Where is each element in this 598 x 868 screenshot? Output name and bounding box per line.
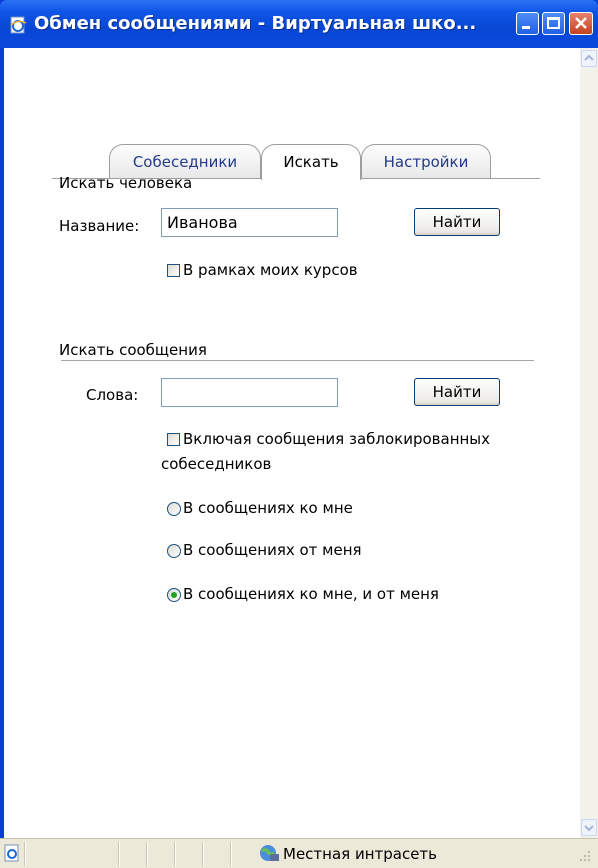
include-blocked-label-line2: собеседников xyxy=(161,455,272,473)
name-input[interactable] xyxy=(161,208,338,237)
include-blocked-checkbox[interactable] xyxy=(167,433,180,446)
scroll-down-button[interactable] xyxy=(581,819,597,836)
intranet-zone-icon xyxy=(260,845,279,861)
minimize-button[interactable] xyxy=(516,12,539,35)
chevron-up-icon xyxy=(584,54,594,61)
maximize-icon xyxy=(547,17,560,29)
name-label: Название: xyxy=(59,217,140,235)
title-bar[interactable]: Обмен сообщениями - Виртуальная шко... xyxy=(0,0,598,48)
find-person-button[interactable]: Найти xyxy=(414,208,500,236)
browser-window: Обмен сообщениями - Виртуальная шко... С… xyxy=(0,0,598,868)
scroll-up-button[interactable] xyxy=(581,50,597,67)
tab-search[interactable]: Искать xyxy=(261,144,361,180)
radio-from-me[interactable] xyxy=(167,544,181,558)
section-divider xyxy=(61,360,534,361)
page-content: Собеседники Искать Настройки Искать чело… xyxy=(4,48,580,838)
status-segment xyxy=(118,842,120,866)
message-search-heading: Искать сообщения xyxy=(59,341,207,359)
status-segment xyxy=(24,842,26,866)
radio-both-label: В сообщениях ко мне, и от меня xyxy=(183,585,439,603)
words-label: Слова: xyxy=(86,386,139,404)
close-icon xyxy=(575,17,587,29)
window-title: Обмен сообщениями - Виртуальная шко... xyxy=(34,13,477,34)
status-segment xyxy=(146,842,148,866)
people-search-heading: Искать человека xyxy=(59,174,193,192)
radio-from-me-label: В сообщениях от меня xyxy=(183,541,362,559)
vertical-scrollbar[interactable] xyxy=(580,48,598,838)
security-zone-label: Местная интрасеть xyxy=(283,845,438,863)
minimize-icon xyxy=(522,26,530,29)
close-button[interactable] xyxy=(569,12,593,35)
tab-settings[interactable]: Настройки xyxy=(361,144,491,178)
radio-to-me[interactable] xyxy=(167,502,181,516)
find-messages-button[interactable]: Найти xyxy=(414,378,500,406)
my-courses-checkbox[interactable] xyxy=(167,264,180,277)
radio-both[interactable] xyxy=(167,588,181,602)
my-courses-label: В рамках моих курсов xyxy=(183,261,358,279)
maximize-button[interactable] xyxy=(542,12,565,35)
status-bar: Местная интрасеть xyxy=(0,838,598,868)
words-input[interactable] xyxy=(161,378,338,407)
status-segment xyxy=(174,842,176,866)
radio-to-me-label: В сообщениях ко мне xyxy=(183,499,353,517)
include-blocked-label-line1: Включая сообщения заблокированных xyxy=(183,430,491,448)
ie-page-icon xyxy=(10,16,27,34)
tab-contacts[interactable]: Собеседники xyxy=(109,144,261,178)
chevron-down-icon xyxy=(584,825,594,832)
status-segment xyxy=(230,842,232,866)
resize-grip-icon[interactable] xyxy=(578,849,592,863)
page-status-icon xyxy=(4,844,19,862)
status-segment xyxy=(202,842,204,866)
